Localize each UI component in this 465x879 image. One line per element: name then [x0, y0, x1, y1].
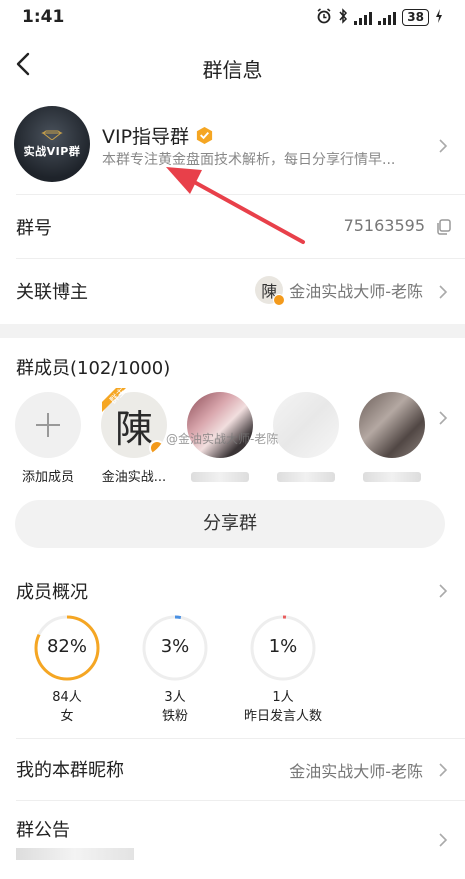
members-title: 群成员(102/1000): [16, 358, 171, 379]
blogger-name: 金油实战大师-老陈: [289, 282, 423, 301]
chevron-right-icon: [439, 763, 448, 777]
divider: [16, 194, 465, 195]
stat-count: 1人: [272, 690, 294, 705]
overview-stat-2: 1% 1人昨日发言人数: [243, 614, 323, 724]
vip-verified-badge-icon: [196, 126, 213, 145]
navigation-bar: 群信息: [0, 36, 465, 96]
plus-icon: [15, 392, 81, 458]
group-name: VIP指导群: [102, 126, 190, 148]
battery-level: 38: [402, 9, 429, 26]
signal-icon-2: [378, 11, 397, 25]
stat-count: 84人: [52, 690, 82, 705]
watermark: @金油实战大师-老陈: [166, 432, 279, 446]
announcement-label: 群公告: [16, 820, 70, 841]
chevron-right-icon[interactable]: [438, 583, 448, 599]
group-number-value: 75163595: [343, 216, 425, 235]
member-avatar: [273, 392, 339, 458]
copy-icon[interactable]: [436, 219, 452, 235]
stat-percent: 3%: [160, 636, 190, 657]
group-number-row[interactable]: 群号 75163595: [0, 196, 465, 258]
add-member-label: 添加成员: [21, 470, 74, 485]
announcement-row[interactable]: 群公告: [0, 808, 465, 879]
stat-label: 铁粉: [161, 709, 188, 724]
owner-name: 金油实战...: [101, 470, 167, 485]
group-number-label: 群号: [16, 218, 52, 239]
chevron-right-icon: [439, 833, 448, 847]
group-avatar-text: 实战VIP群: [23, 144, 81, 158]
member-avatar: [187, 392, 253, 458]
chevron-right-icon[interactable]: [438, 410, 448, 426]
page-title: 群信息: [202, 58, 263, 82]
member-name-blurred: [191, 472, 249, 482]
diamond-icon: [41, 130, 63, 140]
divider: [16, 800, 465, 801]
group-profile-card[interactable]: 实战VIP群 VIP指导群 本群专注黄金盘面技术解析，每日分享行情早...: [0, 100, 465, 192]
add-member-button[interactable]: 添加成员: [10, 392, 86, 485]
group-description: 本群专注黄金盘面技术解析，每日分享行情早...: [102, 152, 396, 168]
member-avatar-blurred[interactable]: [354, 392, 430, 482]
charging-icon: [435, 9, 443, 26]
bluetooth-icon: [338, 8, 348, 27]
share-group-button[interactable]: 分享群: [15, 500, 445, 548]
status-time: 1:41: [22, 7, 65, 27]
status-bar: 1:41 38: [0, 0, 465, 36]
stat-ring: 1%: [249, 614, 317, 682]
stat-label: 女: [60, 709, 74, 724]
overview-stat-1: 3% 3人铁粉: [135, 614, 215, 724]
verified-badge-icon: [149, 440, 165, 456]
linked-blogger-row[interactable]: 关联博主 陳 金油实战大师-老陈: [0, 260, 465, 322]
divider: [16, 258, 465, 259]
chevron-right-icon: [439, 139, 448, 153]
stat-ring: 3%: [141, 614, 209, 682]
alarm-icon: [316, 8, 332, 27]
verified-badge-icon: [273, 294, 286, 306]
announcement-content-blurred: [16, 848, 134, 860]
stat-count: 3人: [164, 690, 186, 705]
blogger-avatar: 陳: [255, 276, 286, 306]
status-icons: 38: [316, 8, 443, 27]
stat-ring: 82%: [33, 614, 101, 682]
signal-icon: [354, 11, 373, 25]
stat-label: 昨日发言人数: [243, 709, 322, 724]
member-name-blurred: [363, 472, 421, 482]
owner-ribbon-icon: 群主: [102, 388, 128, 412]
my-nickname-label: 我的本群昵称: [16, 760, 124, 781]
stat-percent: 1%: [268, 636, 298, 657]
overview-title: 成员概况: [16, 582, 88, 603]
stat-percent: 82%: [46, 636, 87, 657]
overview-stat-0: 82% 84人女: [27, 614, 107, 724]
section-separator: [0, 324, 465, 338]
member-avatar: [359, 392, 425, 458]
member-name-blurred: [277, 472, 335, 482]
chevron-right-icon: [439, 285, 448, 299]
linked-blogger-label: 关联博主: [16, 282, 88, 303]
group-avatar: 实战VIP群: [14, 106, 90, 182]
my-nickname-row[interactable]: 我的本群昵称 金油实战大师-老陈: [0, 738, 465, 800]
my-nickname-value: 金油实战大师-老陈: [289, 762, 423, 781]
member-avatar-blurred[interactable]: [268, 392, 344, 482]
